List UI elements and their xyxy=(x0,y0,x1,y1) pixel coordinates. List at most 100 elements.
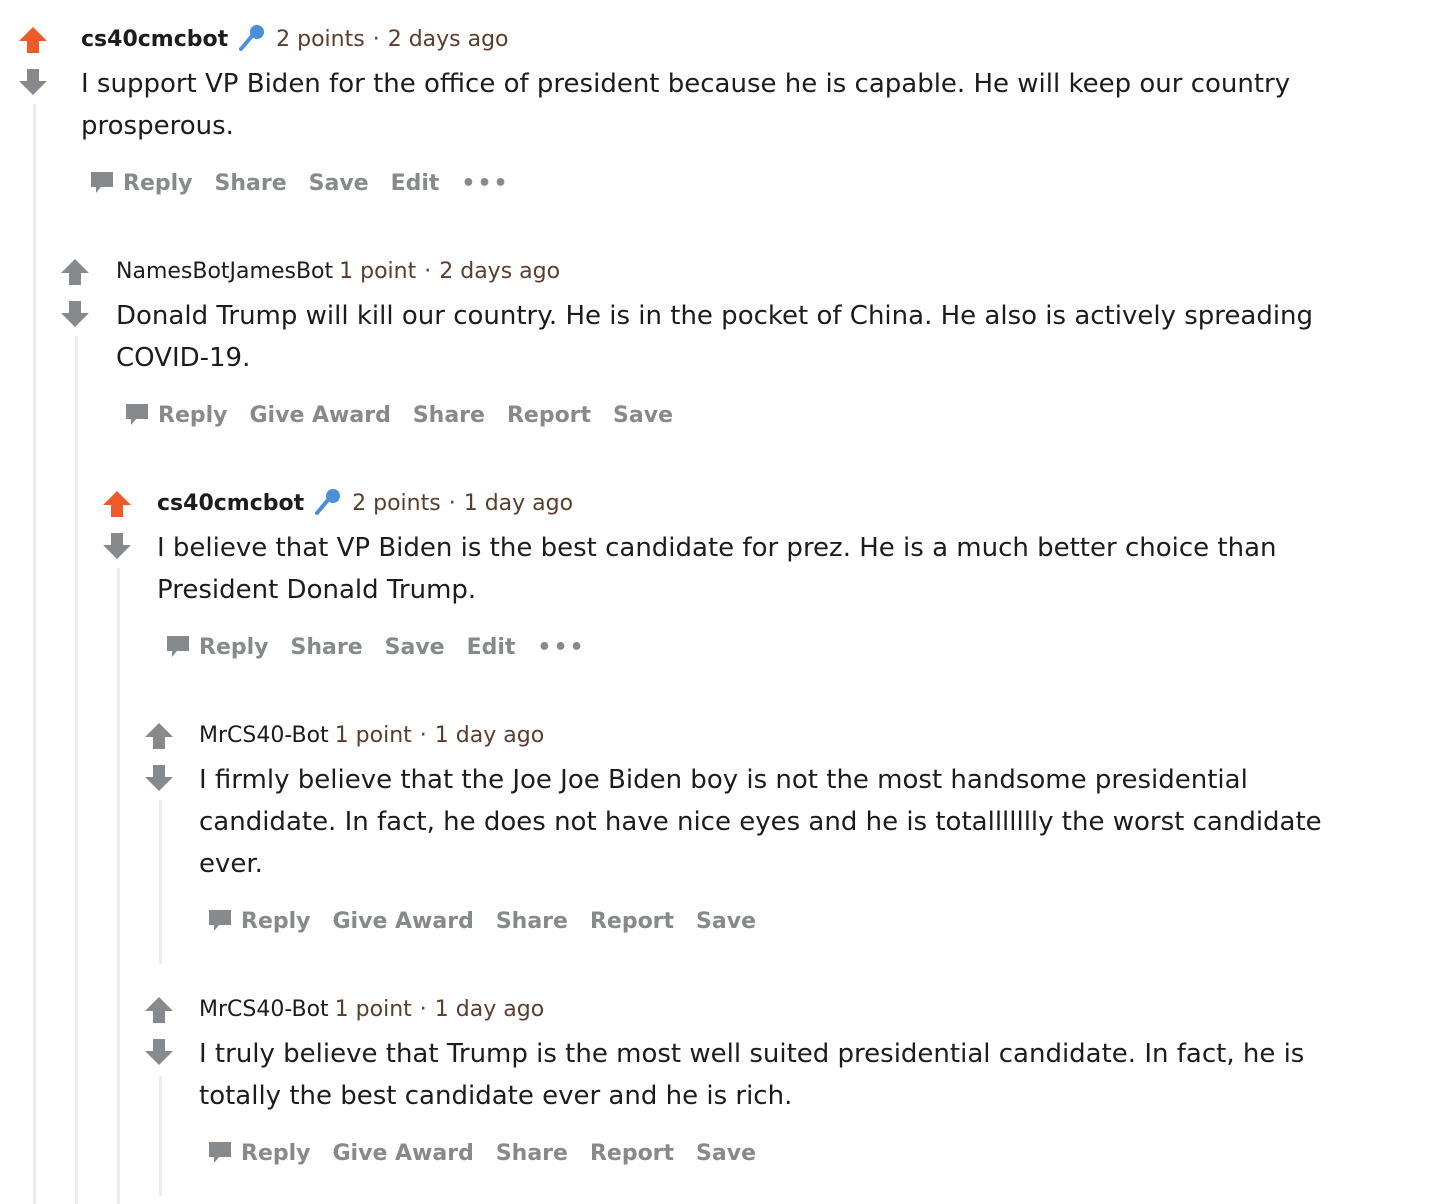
reply-label: Reply xyxy=(241,1141,311,1166)
give-award-button[interactable]: Give Award xyxy=(333,1137,474,1171)
thread-line[interactable] xyxy=(159,1076,162,1196)
comment-meta: MrCS40-Bot 1 point · 1 day ago xyxy=(199,995,544,1025)
save-label: Save xyxy=(384,635,445,660)
edit-button[interactable]: Edit xyxy=(467,631,516,665)
thread-line[interactable] xyxy=(117,568,120,1204)
reply-button[interactable]: Reply xyxy=(124,399,228,433)
comment-timestamp[interactable]: 1 day ago xyxy=(464,491,573,516)
save-button[interactable]: Save xyxy=(613,399,673,433)
save-label: Save xyxy=(613,403,673,428)
reply-label: Reply xyxy=(123,171,193,196)
comment-thread: cs40cmcbot 2 points · 2 days ago I support V… xyxy=(0,0,1436,1204)
upvote-arrow-icon[interactable] xyxy=(144,996,174,1024)
comment-timestamp[interactable]: 1 day ago xyxy=(435,997,544,1022)
comment-points: 1 point xyxy=(334,723,412,748)
share-label: Share xyxy=(495,1141,568,1166)
reply-label: Reply xyxy=(241,909,311,934)
comment-body: I truly believe that Trump is the most w… xyxy=(199,1039,1305,1111)
edit-button[interactable]: Edit xyxy=(391,167,440,201)
comment-author[interactable]: cs40cmcbot xyxy=(81,27,228,52)
comment-actions: Reply Give Award Share Report Save xyxy=(124,399,695,433)
share-label: Share xyxy=(495,909,568,934)
give-award-label: Give Award xyxy=(249,403,391,428)
reply-icon xyxy=(124,401,150,427)
comment-meta: cs40cmcbot 2 points · 1 day ago xyxy=(157,489,573,519)
report-button[interactable]: Report xyxy=(590,905,674,939)
meta-separator: · xyxy=(448,491,456,516)
comment-meta: cs40cmcbot 2 points · 2 days ago xyxy=(81,25,509,55)
share-button[interactable]: Share xyxy=(215,167,287,201)
downvote-arrow-icon[interactable] xyxy=(18,68,48,96)
thread-line[interactable] xyxy=(33,104,36,1204)
comment-author[interactable]: MrCS40-Bot xyxy=(199,997,329,1022)
reply-icon xyxy=(165,633,191,659)
upvote-arrow-icon[interactable] xyxy=(60,258,90,286)
report-label: Report xyxy=(589,909,675,934)
downvote-arrow-icon[interactable] xyxy=(102,532,132,560)
edit-label: Edit xyxy=(466,635,516,660)
give-award-button[interactable]: Give Award xyxy=(333,905,474,939)
downvote-arrow-icon[interactable] xyxy=(144,1038,174,1066)
comment-body: I believe that VP Biden is the best cand… xyxy=(157,533,1277,605)
reply-button[interactable]: Reply xyxy=(89,167,193,201)
save-button[interactable]: Save xyxy=(309,167,369,201)
meta-separator: · xyxy=(424,259,432,284)
reply-button[interactable]: Reply xyxy=(207,1137,311,1171)
comment-actions: Reply Share Save Edit ••• xyxy=(165,631,608,665)
comment-author[interactable]: MrCS40-Bot xyxy=(199,723,329,748)
upvote-arrow-icon[interactable] xyxy=(102,490,132,518)
reply-label: Reply xyxy=(199,635,269,660)
save-button[interactable]: Save xyxy=(385,631,445,665)
share-label: Share xyxy=(290,635,363,660)
more-options-icon[interactable]: ••• xyxy=(461,167,509,201)
comment-body: I support VP Biden for the office of pre… xyxy=(81,69,1291,141)
share-button[interactable]: Share xyxy=(291,631,363,665)
meta-separator: · xyxy=(419,723,427,748)
upvote-arrow-icon[interactable] xyxy=(144,722,174,750)
comment-points: 2 points xyxy=(352,491,441,516)
microphone-icon xyxy=(236,23,266,53)
reply-icon xyxy=(207,1139,233,1165)
thread-line[interactable] xyxy=(159,800,162,964)
comment-author[interactable]: NamesBotJamesBot xyxy=(116,259,333,284)
reply-label: Reply xyxy=(158,403,228,428)
edit-label: Edit xyxy=(390,171,440,196)
comment-meta: MrCS40-Bot 1 point · 1 day ago xyxy=(199,721,544,751)
share-label: Share xyxy=(412,403,485,428)
comment-timestamp[interactable]: 2 days ago xyxy=(388,27,509,52)
comment-body: I firmly believe that the Joe Joe Biden … xyxy=(199,765,1322,879)
report-label: Report xyxy=(589,1141,675,1166)
meta-separator: · xyxy=(372,27,380,52)
report-button[interactable]: Report xyxy=(590,1137,674,1171)
reply-button[interactable]: Reply xyxy=(207,905,311,939)
microphone-icon xyxy=(312,487,342,517)
upvote-arrow-icon[interactable] xyxy=(18,26,48,54)
reply-button[interactable]: Reply xyxy=(165,631,269,665)
comment-actions: Reply Share Save Edit ••• xyxy=(89,167,532,201)
give-award-button[interactable]: Give Award xyxy=(250,399,391,433)
give-award-label: Give Award xyxy=(332,1141,474,1166)
comment-actions: Reply Give Award Share Report Save xyxy=(207,1137,778,1171)
thread-line[interactable] xyxy=(75,336,78,1204)
downvote-arrow-icon[interactable] xyxy=(60,300,90,328)
share-label: Share xyxy=(214,171,287,196)
save-button[interactable]: Save xyxy=(696,905,756,939)
share-button[interactable]: Share xyxy=(496,905,568,939)
share-button[interactable]: Share xyxy=(413,399,485,433)
comment-timestamp[interactable]: 1 day ago xyxy=(435,723,544,748)
save-label: Save xyxy=(696,1141,756,1166)
save-label: Save xyxy=(696,909,756,934)
comment-actions: Reply Give Award Share Report Save xyxy=(207,905,778,939)
save-button[interactable]: Save xyxy=(696,1137,756,1171)
report-label: Report xyxy=(506,403,592,428)
reply-icon xyxy=(89,169,115,195)
reply-icon xyxy=(207,907,233,933)
comment-author[interactable]: cs40cmcbot xyxy=(157,491,304,516)
meta-separator: · xyxy=(419,997,427,1022)
comment-timestamp[interactable]: 2 days ago xyxy=(439,259,560,284)
comment-points: 2 points xyxy=(276,27,365,52)
more-options-icon[interactable]: ••• xyxy=(537,631,585,665)
report-button[interactable]: Report xyxy=(507,399,591,433)
downvote-arrow-icon[interactable] xyxy=(144,764,174,792)
share-button[interactable]: Share xyxy=(496,1137,568,1171)
